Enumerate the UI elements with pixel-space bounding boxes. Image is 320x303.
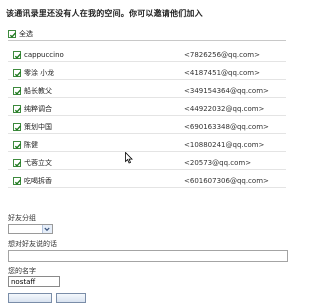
- select-all-row[interactable]: 全选: [8, 28, 33, 40]
- contact-name: 船长教父: [24, 86, 52, 95]
- contact-email: <4187451@qq.com>: [184, 68, 260, 77]
- mouse-cursor-icon: [125, 152, 133, 164]
- contact-row[interactable]: 纯粹调合 <44922032@qq.com>: [8, 102, 286, 116]
- your-name-input[interactable]: [8, 276, 60, 287]
- contact-row[interactable]: 弋蓉立文 <20573@qq.com>: [8, 156, 286, 170]
- dropdown-arrow-button[interactable]: [42, 225, 52, 233]
- contact-name: 零涂 小龙: [24, 68, 55, 77]
- contact-email: <20573@qq.com>: [184, 158, 252, 167]
- contact-email: <7826256@qq.com>: [184, 50, 260, 59]
- chevron-down-icon: [44, 227, 50, 232]
- your-name-label: 您的名字: [8, 267, 36, 275]
- checkmark-icon: [14, 124, 22, 131]
- contact-checkbox[interactable]: [13, 158, 22, 167]
- send-button[interactable]: [8, 293, 52, 303]
- checkmark-icon: [14, 88, 22, 95]
- checkmark-icon: [9, 32, 17, 38]
- contact-email: <349154364@qq.com>: [184, 86, 269, 95]
- contact-row[interactable]: 船长教父 <349154364@qq.com>: [8, 84, 286, 98]
- contact-email: <10880241@qq.com>: [184, 140, 265, 149]
- checkmark-icon: [14, 160, 22, 167]
- checkmark-icon: [14, 52, 22, 59]
- contact-email: <44922032@qq.com>: [184, 104, 265, 113]
- contact-name: cappuccino: [24, 50, 64, 59]
- checkmark-icon: [14, 106, 22, 113]
- contact-name: 弋蓉立文: [24, 158, 52, 167]
- contact-checkbox[interactable]: [13, 176, 22, 185]
- contact-row[interactable]: 策划中国 <690163348@qq.com>: [8, 120, 286, 134]
- message-label: 想对好友说的话: [8, 240, 57, 248]
- select-all-label: 全选: [19, 30, 33, 38]
- checkmark-icon: [14, 178, 22, 185]
- contact-checkbox[interactable]: [13, 50, 22, 59]
- contact-checkbox[interactable]: [13, 68, 22, 77]
- contact-checkbox[interactable]: [13, 86, 22, 95]
- contact-email: <601607306@qq.com>: [184, 176, 269, 185]
- contact-checkbox[interactable]: [13, 122, 22, 131]
- page-title: 该通讯录里还没有人在我的空间。你可以邀请他们加入: [6, 9, 203, 18]
- cancel-button[interactable]: [56, 293, 86, 303]
- contact-name: 策划中国: [24, 122, 52, 131]
- group-select[interactable]: [8, 224, 53, 234]
- contact-name: 陈健: [24, 140, 38, 149]
- contact-list[interactable]: cappuccino <7826256@qq.com> 零涂 小龙 <41874…: [8, 41, 286, 204]
- contact-row[interactable]: 陈健 <10880241@qq.com>: [8, 138, 286, 152]
- checkmark-icon: [14, 70, 22, 77]
- contact-row[interactable]: cappuccino <7826256@qq.com>: [8, 48, 286, 62]
- select-all-checkbox[interactable]: [8, 30, 17, 38]
- contact-checkbox[interactable]: [13, 104, 22, 113]
- group-label: 好友分组: [8, 214, 36, 222]
- checkmark-icon: [14, 142, 22, 149]
- contact-name: 吃喝拆香: [24, 176, 52, 185]
- contact-row[interactable]: 吃喝拆香 <601607306@qq.com>: [8, 174, 286, 188]
- contact-checkbox[interactable]: [13, 140, 22, 149]
- contact-row[interactable]: 零涂 小龙 <4187451@qq.com>: [8, 66, 286, 80]
- message-textarea[interactable]: [8, 250, 288, 262]
- contact-email: <690163348@qq.com>: [184, 122, 269, 131]
- contact-name: 纯粹调合: [24, 104, 52, 113]
